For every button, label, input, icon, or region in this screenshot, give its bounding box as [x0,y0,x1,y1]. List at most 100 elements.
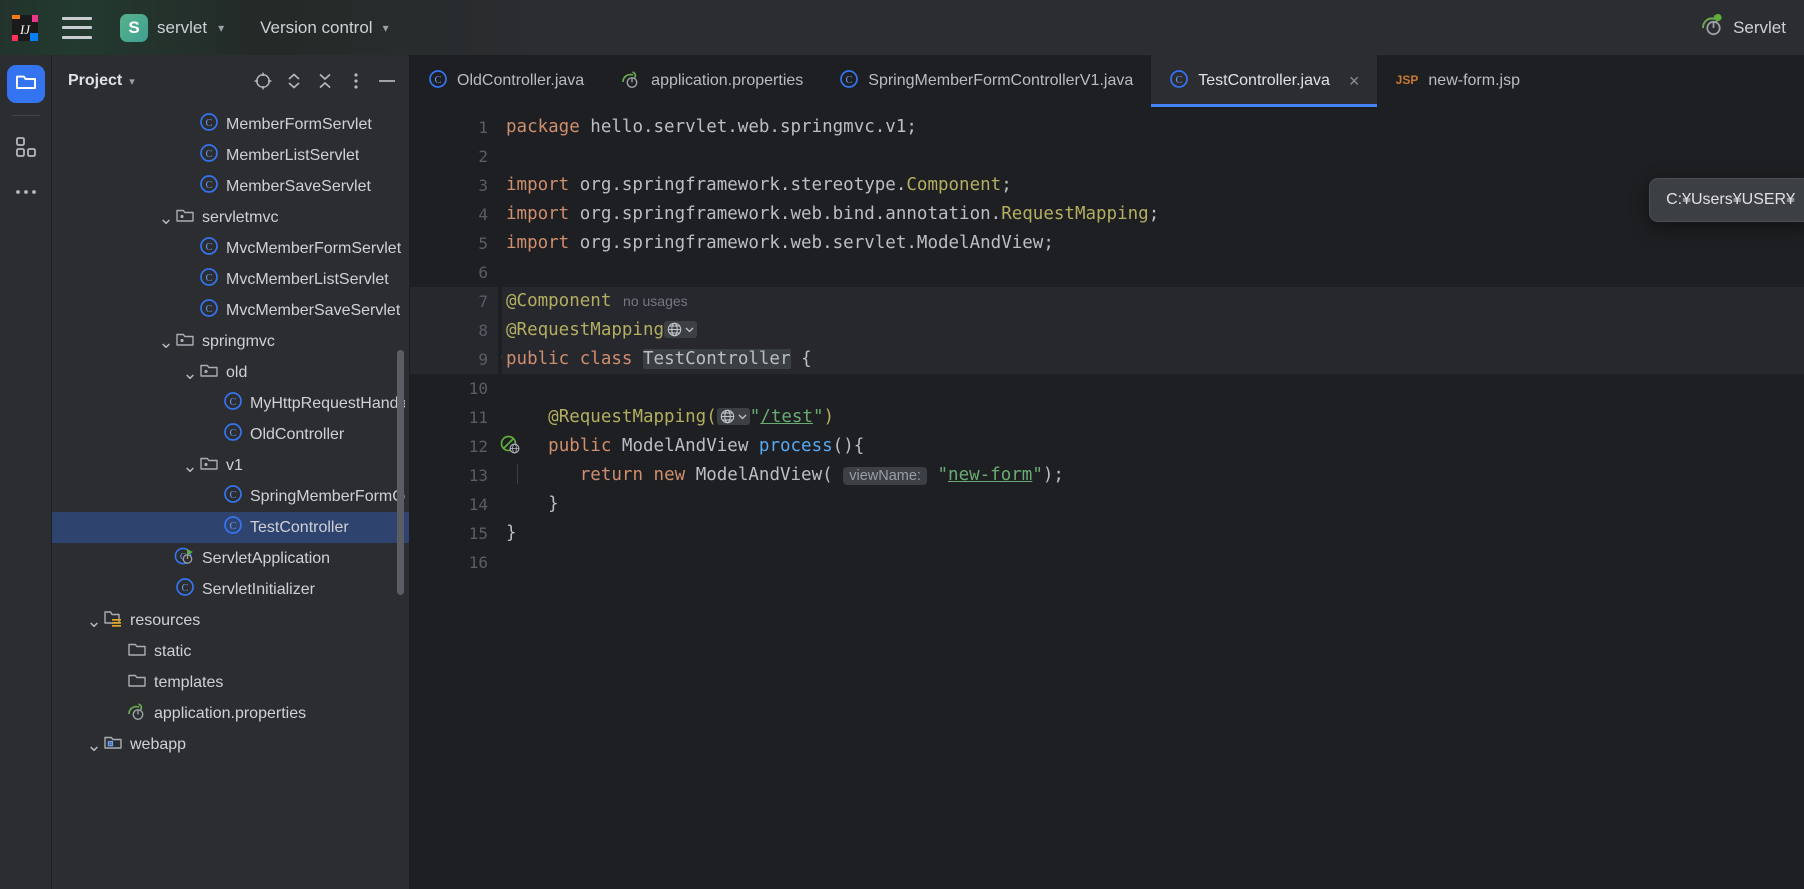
editor-tab-label: new-form.jsp [1428,72,1520,89]
close-icon[interactable]: × [1349,72,1360,90]
tree-row[interactable]: ⌄ v1 [52,450,409,481]
editor-tab[interactable]: C OldController.java [410,55,602,107]
svg-text:JSP: JSP [1396,73,1419,87]
gutter-line[interactable]: 4 [410,200,498,229]
tree-row[interactable]: application.properties [52,698,409,729]
hide-panel-button[interactable] [373,67,401,95]
project-tree[interactable]: C MemberFormServlet C MemberListServlet C Mem… [52,107,409,889]
gutter-line[interactable]: 12 [410,432,519,461]
project-panel-title[interactable]: Project [68,72,122,90]
url-globe-chip[interactable] [716,407,750,425]
gutter-line[interactable]: 3 [410,171,498,200]
java-class-icon: C [199,174,219,199]
project-tree-scrollbar[interactable] [397,350,404,595]
more-tool-windows-button[interactable] [7,174,45,212]
tree-row[interactable]: C MvcMemberFormServlet [52,233,409,264]
chevron-down-icon[interactable]: ⌄ [182,457,198,475]
open-paren: ( [822,465,833,485]
chevron-down-icon[interactable]: ▾ [129,75,135,88]
gutter-line[interactable]: 10 [410,374,498,403]
svg-text:C: C [206,118,213,129]
tree-row[interactable]: ⌄ springmvc [52,326,409,357]
editor-tab[interactable]: application.properties [602,55,821,107]
line-number: 15 [468,524,488,543]
java-class-icon: C [175,577,195,602]
keyword-import: import [506,204,570,224]
method-name: process [758,436,833,456]
project-tool-window: Project ▾ C MemberFormServlet C MemberLi… [52,55,410,889]
keyword-public: public [548,436,612,456]
editor-tab-bar[interactable]: C OldController.java application.propertie… [410,55,1804,107]
project-selector[interactable]: S servlet ▾ [112,11,232,45]
svg-text:C: C [846,75,853,86]
tree-row[interactable]: C MvcMemberSaveServlet [52,295,409,326]
gutter-line[interactable]: 16 [410,548,498,577]
project-tool-window-button[interactable] [6,65,45,103]
tree-row[interactable]: static [52,636,409,667]
tree-row[interactable]: C OldController [52,419,409,450]
chevron-down-icon[interactable]: ⌄ [158,209,174,227]
package-name: hello.servlet.web.springmvc.v1; [579,117,917,137]
keyword-new: new [653,465,686,485]
project-badge: S [120,13,148,42]
gutter-line[interactable]: 6 [410,258,498,287]
java-class-icon: C [223,391,243,416]
tree-item-label: webapp [130,735,187,753]
svg-text:C: C [230,397,237,408]
gutter-line[interactable]: 7 [410,287,498,316]
editor-tab[interactable]: C SpringMemberFormControllerV1.java [821,55,1151,107]
tree-item-label: MvcMemberSaveServlet [226,301,401,319]
file-path-tooltip: C:¥Users¥USER¥ [1649,178,1804,222]
code-editor[interactable]: 1 2 3 4 5 6 7 8 9 10 11 12 13 14 15 16 package hello.se… [410,107,1804,889]
run-configuration-selector[interactable]: Servlet [1698,12,1786,43]
java-class-icon: C [428,69,448,94]
tree-row[interactable]: C MemberSaveServlet [52,171,409,202]
tree-row[interactable]: ⌄ resources [52,605,409,636]
tree-row[interactable]: C SpringMemberFormControllerV1 [52,481,409,512]
gutter-line[interactable]: 1 [410,113,498,142]
structure-tool-window-button[interactable] [7,130,45,168]
tree-row[interactable]: ⌄ webapp [52,729,409,760]
tree-row[interactable]: ⌄ servletmvc [52,202,409,233]
editor-tab[interactable]: C TestController.java × [1151,55,1378,107]
gutter-line[interactable]: 9 [410,345,518,374]
ellipsis-icon [15,184,37,202]
tree-row[interactable]: C MemberListServlet [52,140,409,171]
hamburger-menu-icon[interactable] [62,16,92,39]
editor-tab-label: SpringMemberFormControllerV1.java [868,72,1134,89]
tree-row[interactable]: C MvcMemberListServlet [52,264,409,295]
editor-gutter[interactable]: 1 2 3 4 5 6 7 8 9 10 11 12 13 14 15 16 [410,107,519,889]
code-content[interactable]: package hello.servlet.web.springmvc.v1; … [498,107,1804,889]
expand-collapse-button[interactable] [280,67,308,95]
tree-row[interactable]: C ServletInitializer [52,574,409,605]
chevron-down-icon[interactable]: ⌄ [86,736,102,754]
folder-icon [14,70,38,99]
chevron-down-icon[interactable]: ⌄ [158,333,174,351]
select-opened-file-button[interactable] [249,67,277,95]
gutter-line[interactable]: 13 [410,461,498,490]
gutter-line[interactable]: 8 [410,316,498,345]
package-folder-icon [199,453,219,478]
tree-row[interactable]: C MemberFormServlet [52,109,409,140]
line-number: 10 [468,379,488,398]
gutter-line[interactable]: 2 [410,142,498,171]
collapse-all-button[interactable] [311,67,339,95]
options-button[interactable] [342,67,370,95]
parameter-name-hint: viewName: [843,467,927,485]
semicolon: ; [1043,233,1054,253]
tree-row[interactable]: ⌄ old [52,357,409,388]
tree-row-selected[interactable]: C TestController [52,512,409,543]
tree-row[interactable]: C MyHttpRequestHandler [52,388,409,419]
editor-tab[interactable]: JSP new-form.jsp [1377,55,1538,107]
gutter-line[interactable]: 11 [410,403,498,432]
gutter-line[interactable]: 5 [410,229,498,258]
gutter-line[interactable]: 15 [410,519,498,548]
version-control-menu[interactable]: Version control ▾ [254,15,394,41]
tree-row[interactable]: C ServletApplication [52,543,409,574]
chevron-down-icon[interactable]: ⌄ [182,364,198,382]
tree-item-icon: C [222,515,244,540]
url-globe-chip[interactable] [664,320,698,338]
tree-row[interactable]: templates [52,667,409,698]
chevron-down-icon[interactable]: ⌄ [86,612,102,630]
gutter-line[interactable]: 14 [410,490,498,519]
